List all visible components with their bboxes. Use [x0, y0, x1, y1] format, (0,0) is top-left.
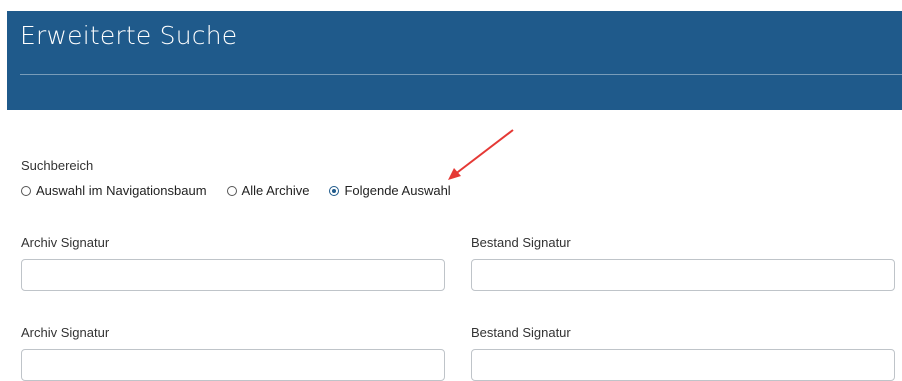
archive-signature-input[interactable]	[21, 259, 445, 291]
holding-signature-input[interactable]	[471, 259, 895, 291]
radio-unchecked-icon[interactable]	[226, 185, 237, 196]
radio-all-archives[interactable]: Alle Archive	[226, 183, 310, 198]
page-header: Erweiterte Suche	[7, 11, 902, 110]
annotation-arrow-icon	[448, 129, 514, 180]
header-divider	[20, 74, 902, 75]
radio-label: Auswahl im Navigationsbaum	[36, 183, 207, 198]
radio-navigation-tree[interactable]: Auswahl im Navigationsbaum	[21, 183, 207, 198]
archive-signature-input[interactable]	[21, 349, 445, 381]
page-title: Erweiterte Suche	[20, 21, 238, 50]
archive-signature-label: Archiv Signatur	[21, 235, 110, 250]
search-scope-radio-group: Auswahl im Navigationsbaum Alle Archive …	[21, 183, 471, 198]
radio-checked-icon[interactable]	[329, 185, 340, 196]
radio-following-selection[interactable]: Folgende Auswahl	[329, 183, 451, 198]
archive-signature-label: Archiv Signatur	[21, 325, 110, 340]
holding-signature-label: Bestand Signatur	[471, 325, 571, 340]
search-scope-label: Suchbereich	[21, 158, 94, 173]
radio-unchecked-icon[interactable]	[21, 185, 31, 196]
holding-signature-label: Bestand Signatur	[471, 235, 571, 250]
holding-signature-input[interactable]	[471, 349, 895, 381]
radio-label: Folgende Auswahl	[344, 183, 451, 198]
radio-label: Alle Archive	[241, 183, 310, 198]
